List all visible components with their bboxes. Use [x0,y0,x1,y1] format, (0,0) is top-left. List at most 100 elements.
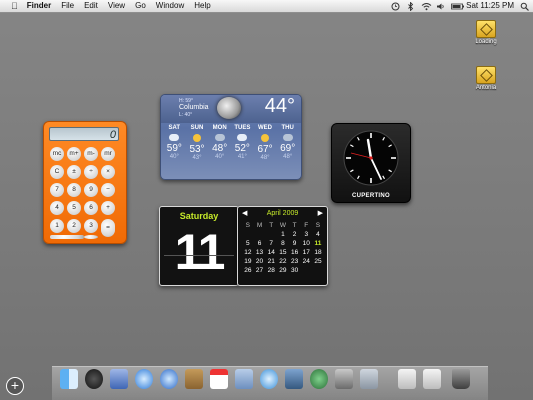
forecast-high: 48° [212,143,228,154]
menu-window[interactable]: Window [151,0,189,12]
calc-key-2[interactable]: 2 [67,219,81,233]
calendar-day: 10 [302,240,310,247]
battery-icon[interactable] [451,2,465,11]
calc-key-plusminus[interactable]: ± [67,165,81,179]
forecast-day: SAT 59° 40° [163,125,186,161]
calendar-day: 25 [314,258,322,265]
weather-forecast: SAT 59° 40° SUN 53° 43° MON 48° 40° TUES… [163,125,299,161]
time-machine-menu-icon[interactable] [391,2,400,11]
menu-go[interactable]: Go [130,0,151,12]
calculator-widget[interactable]: 0 mc m+ m- mr C ± ÷ × 7 8 9 − 4 5 6 + 1 … [43,121,127,244]
address-book-icon[interactable] [185,369,203,389]
calc-key-8[interactable]: 8 [67,183,81,197]
calc-key-plus[interactable]: + [101,201,115,215]
calendar-day: 9 [292,240,297,247]
calc-key-1[interactable]: 1 [50,219,64,233]
finder-icon[interactable] [60,369,78,389]
bluetooth-icon[interactable] [406,0,415,12]
calendar-day: 23 [290,258,299,265]
clock-widget[interactable]: CUPERTINO [331,123,411,203]
calc-key-mr[interactable]: mr [101,147,115,161]
document-icon[interactable] [398,369,416,389]
rain-icon [214,134,225,141]
calendar-weekday: T [292,222,297,229]
calendar-weekday-row: S M T W T F S [242,221,324,230]
cloud-icon [237,134,248,141]
calendar-day [242,230,254,239]
day-widget[interactable]: Saturday 11 [159,206,239,286]
calc-key-5[interactable]: 5 [67,201,81,215]
forecast-low: 48° [260,155,270,161]
calc-key-6[interactable]: 6 [84,201,98,215]
drive-icon [476,20,496,38]
menu-help[interactable]: Help [189,0,215,12]
cloud-icon [169,134,180,141]
calc-key-multiply[interactable]: × [101,165,115,179]
dashboard-icon[interactable] [85,369,103,389]
drive-label: Antonia [475,85,497,91]
document-icon-2[interactable] [423,369,441,389]
desktop-drive-antonia[interactable]: Antonia [466,66,506,91]
apple-menu-icon[interactable]:  [6,0,23,12]
system-preferences-icon[interactable] [335,369,353,389]
preview-icon[interactable] [235,369,253,389]
calc-key-clear[interactable]: C [50,165,64,179]
calendar-next-icon[interactable]: ▶ [318,209,323,219]
calc-key-0[interactable]: 0 [50,235,84,239]
utilities-icon[interactable] [360,369,378,389]
calendar-weekday: M [256,222,263,229]
forecast-low: 41° [237,154,247,160]
menu-file[interactable]: File [56,0,79,12]
calendar-day [254,230,266,239]
add-widget-button[interactable]: + [6,377,24,395]
mail-icon[interactable] [110,369,128,389]
weather-widget[interactable]: H: 59° Columbia L: 40° 44° SAT 59° 40° S… [160,94,302,180]
sun-icon [193,134,201,142]
forecast-high: 67° [257,144,273,155]
calendar-day [312,266,324,275]
calc-key-mminus[interactable]: m- [84,147,98,161]
calc-key-7[interactable]: 7 [50,183,64,197]
ichat-icon[interactable] [160,369,178,389]
forecast-day: MON 48° 40° [208,125,231,161]
calendar-widget[interactable]: ◀ April 2009 ▶ S M T W T F S 1 2 3 4 5 6… [237,206,328,286]
calc-key-minus[interactable]: − [101,183,115,197]
weather-today-low: L: 40° [179,112,193,118]
desktop-drive-loading[interactable]: Loading [466,20,506,45]
spotlight-search-icon[interactable] [520,2,529,11]
calc-key-4[interactable]: 4 [50,201,64,215]
menu-edit[interactable]: Edit [79,0,103,12]
forecast-day-name: THU [281,125,294,131]
ical-icon[interactable] [210,369,228,389]
calc-key-decimal[interactable]: . [84,235,98,239]
calendar-week: 19 20 21 22 23 24 25 [242,257,324,266]
calc-key-3[interactable]: 3 [84,219,98,233]
forecast-day-name: SAT [168,125,181,131]
volume-icon[interactable] [436,2,445,11]
itunes-icon[interactable] [260,369,278,389]
sun-icon [261,134,270,142]
calendar-day: 18 [314,249,322,256]
calc-key-mplus[interactable]: m+ [67,147,81,161]
safari-icon[interactable] [135,369,153,389]
menu-app-name[interactable]: Finder [23,0,56,12]
calendar-day: 4 [316,231,320,238]
calc-key-9[interactable]: 9 [84,183,98,197]
trash-icon[interactable] [452,369,470,389]
time-machine-icon[interactable] [310,369,328,389]
wifi-icon[interactable] [421,2,432,11]
calendar-week: 12 13 14 15 16 17 18 [242,248,324,257]
iphoto-icon[interactable] [285,369,303,389]
calculator-display: 0 [49,127,119,141]
calendar-month: April 2009 [266,210,299,217]
calendar-day: 20 [255,258,264,265]
menu-clock[interactable]: Sat 11:25 PM [466,0,514,12]
calc-key-equals[interactable]: = [101,219,115,237]
forecast-low: 40° [215,154,225,160]
calendar-day: 22 [279,258,287,265]
menu-view[interactable]: View [103,0,130,12]
moon-icon [217,97,241,119]
calc-key-mc[interactable]: mc [50,147,64,161]
calc-key-divide[interactable]: ÷ [84,165,98,179]
calendar-day: 19 [244,258,252,265]
